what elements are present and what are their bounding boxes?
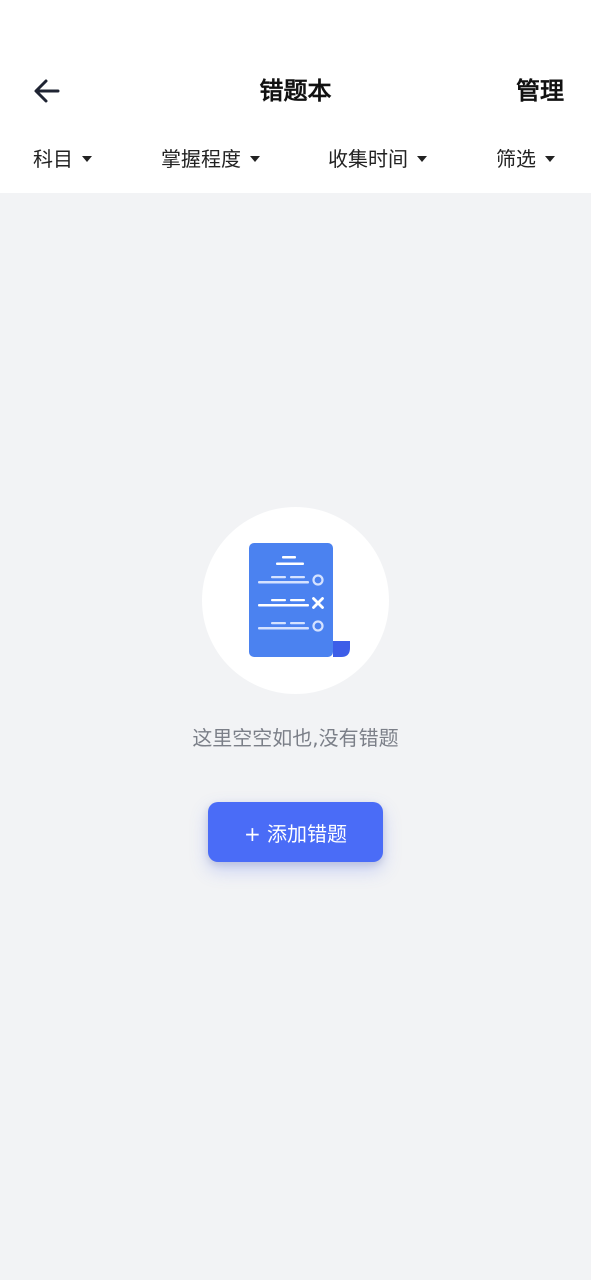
caret-down-icon <box>82 156 92 162</box>
filter-collect-time-label: 收集时间 <box>328 147 408 171</box>
filter-mastery-label: 掌握程度 <box>161 147 241 171</box>
top-area: 错题本 管理 科目 掌握程度 收集时间 筛选 <box>0 0 591 193</box>
empty-illustration <box>202 507 389 694</box>
filter-subject-label: 科目 <box>33 147 73 171</box>
add-mistake-button[interactable]: + 添加错题 <box>208 802 383 862</box>
caret-down-icon <box>545 156 555 162</box>
filter-more-label: 筛选 <box>496 147 536 171</box>
nav-bar: 错题本 管理 <box>0 60 591 122</box>
caret-down-icon <box>417 156 427 162</box>
filter-more[interactable]: 筛选 <box>496 146 555 172</box>
manage-button[interactable]: 管理 <box>516 76 564 106</box>
caret-down-icon <box>250 156 260 162</box>
filter-bar: 科目 掌握程度 收集时间 筛选 <box>0 140 591 180</box>
mistake-document-icon <box>249 543 350 657</box>
filter-mastery[interactable]: 掌握程度 <box>161 146 260 172</box>
filter-collect-time[interactable]: 收集时间 <box>328 146 427 172</box>
page-title: 错题本 <box>259 77 332 105</box>
filter-subject[interactable]: 科目 <box>33 146 92 172</box>
empty-message: 这里空空如也,没有错题 <box>192 726 399 750</box>
